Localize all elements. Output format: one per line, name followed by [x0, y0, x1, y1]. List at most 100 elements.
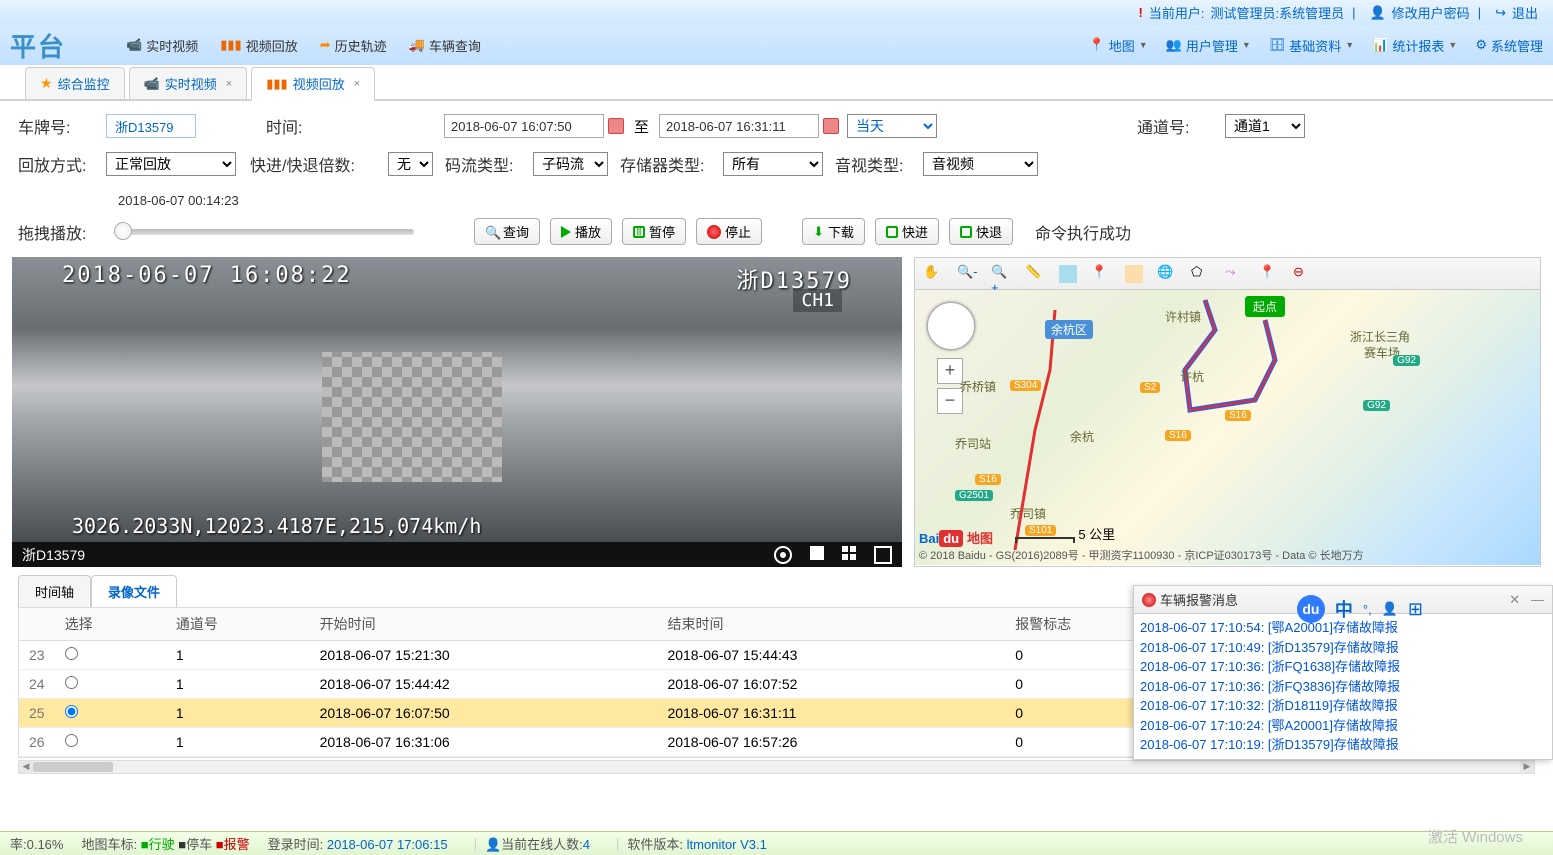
pin-red-icon[interactable]: 📍	[1091, 264, 1111, 284]
map-view[interactable]: + − 起点 余杭区 许村镇 浙江长三角 赛车场 乔司镇 乔司站 余杭 许杭 乔…	[915, 290, 1540, 565]
menu-base-data[interactable]: 🗄基础资料▼	[1269, 36, 1354, 55]
slider-thumb[interactable]	[114, 222, 132, 240]
time-end-input[interactable]	[659, 114, 819, 138]
plate-input[interactable]	[106, 114, 196, 138]
map-copyright: © 2018 Baidu - GS(2016)2089号 - 甲测资字11009…	[919, 547, 1536, 563]
change-password-link[interactable]: 修改用户密码	[1392, 3, 1470, 22]
scroll-thumb[interactable]	[33, 762, 113, 772]
globe-icon[interactable]: 🌐	[1157, 264, 1177, 284]
du-icon[interactable]: du	[1297, 595, 1325, 623]
row-select-radio[interactable]	[65, 734, 78, 747]
time-label: 时间:	[266, 114, 346, 138]
time-start-input[interactable]	[444, 114, 604, 138]
route-icon[interactable]: ⤳	[1225, 264, 1245, 284]
download-button[interactable]: ⬇下载	[802, 218, 865, 245]
menu-realtime-video[interactable]: 📹实时视频	[126, 36, 198, 55]
command-status: 命令执行成功	[1035, 220, 1131, 244]
area-icon[interactable]	[1125, 265, 1143, 283]
zoom-in-icon[interactable]: 🔍+	[991, 264, 1011, 284]
ime-person-icon[interactable]: 👤	[1382, 601, 1398, 617]
snapshot-icon[interactable]	[774, 546, 792, 564]
windows-activate-watermark: 激活 Windows	[1428, 826, 1523, 847]
tab-files[interactable]: 录像文件	[91, 575, 177, 607]
menu-history-track[interactable]: ➦历史轨迹	[320, 36, 387, 55]
alarm-line[interactable]: 2018-06-07 17:10:24: [鄂A20001]存储故障报	[1140, 716, 1546, 736]
channel-select[interactable]: 通道1	[1225, 114, 1305, 138]
polygon-icon[interactable]: ⬠	[1191, 264, 1211, 284]
note-icon[interactable]	[1059, 265, 1077, 283]
playback-mode-select[interactable]: 正常回放	[106, 152, 236, 176]
tab-monitor[interactable]: ★综合监控	[25, 67, 125, 99]
storage-select[interactable]: 所有	[723, 152, 823, 176]
bars-icon: ▮▮▮	[220, 37, 241, 53]
search-button[interactable]: 🔍查询	[474, 218, 540, 245]
row-select-radio[interactable]	[65, 676, 78, 689]
search-icon: 🔍	[485, 225, 499, 239]
rewind-button[interactable]: 快退	[949, 218, 1013, 245]
scroll-left-icon[interactable]: ◀	[19, 761, 33, 773]
right-menu: 📍地图▼ 👥用户管理▼ 🗄基础资料▼ 📊统计报表▼ ⚙系统管理	[1089, 36, 1544, 55]
stream-select[interactable]: 子码流	[533, 152, 608, 176]
marker-icon[interactable]: 📍	[1259, 264, 1279, 284]
alarm-close-icon[interactable]: ✕ —	[1509, 592, 1544, 608]
stop-button[interactable]: 停止	[696, 218, 762, 245]
alarm-line[interactable]: 2018-06-07 17:10:36: [浙FQ3836]存储故障报	[1140, 677, 1546, 697]
storage-label: 存储器类型:	[620, 152, 715, 176]
close-icon[interactable]: ×	[226, 78, 232, 90]
logout-link[interactable]: 退出	[1512, 3, 1538, 22]
tab-realtime[interactable]: 📹实时视频×	[129, 67, 248, 99]
av-select[interactable]: 音视频	[923, 152, 1038, 176]
map-label-qiaosi: 乔司镇	[1010, 505, 1046, 522]
fullscreen-icon[interactable]	[874, 546, 892, 564]
video-view[interactable]: 2018-06-07 16:08:22 浙D13579 CH1 3026.203…	[12, 257, 902, 542]
ime-dot-icon[interactable]: °,	[1363, 602, 1372, 617]
menu-video-playback[interactable]: ▮▮▮视频回放	[220, 36, 297, 55]
tab-playback[interactable]: ▮▮▮视频回放×	[251, 67, 375, 101]
scroll-right-icon[interactable]: ▶	[1520, 761, 1534, 773]
menu-map[interactable]: 📍地图▼	[1089, 36, 1148, 55]
close-icon[interactable]: ×	[354, 78, 360, 90]
drag-slider[interactable]	[114, 229, 414, 235]
map-label-zj: 浙江长三角	[1350, 328, 1410, 345]
channel-label: 通道号:	[1137, 114, 1217, 138]
current-user: 测试管理员:系统管理员	[1210, 3, 1344, 22]
alarm-line[interactable]: 2018-06-07 17:10:36: [浙FQ1638]存储故障报	[1140, 657, 1546, 677]
download-icon: ⬇	[813, 224, 824, 240]
pause-button[interactable]: 暂停	[622, 218, 686, 245]
ruler-icon[interactable]: 📏	[1025, 264, 1045, 284]
hand-icon[interactable]: ✋	[923, 264, 943, 284]
alarm-line[interactable]: 2018-06-07 17:10:32: [浙D18119]存储故障报	[1140, 696, 1546, 716]
tab-timeline[interactable]: 时间轴	[18, 575, 91, 607]
stop-video-icon[interactable]	[810, 546, 824, 560]
menu-vehicle-query[interactable]: 🚚车辆查询	[409, 36, 481, 55]
main-header: 平台 📹实时视频 ▮▮▮视频回放 ➦历史轨迹 🚚车辆查询 📍地图▼ 👥用户管理▼…	[0, 25, 1553, 65]
speed-select[interactable]: 无	[388, 152, 433, 176]
road-s16: S16	[1225, 410, 1251, 421]
ime-grid-icon[interactable]: ⊞	[1408, 599, 1423, 620]
table-scrollbar[interactable]: ◀ ▶	[18, 760, 1535, 774]
stream-label: 码流类型:	[445, 152, 525, 176]
alert-icon: !	[1139, 5, 1143, 20]
clear-icon[interactable]: ⊖	[1293, 264, 1313, 284]
row-select-radio[interactable]	[65, 647, 78, 660]
arrow-icon: ➦	[320, 37, 331, 53]
menu-user-mgmt[interactable]: 👥用户管理▼	[1166, 36, 1251, 55]
calendar-icon[interactable]	[608, 118, 624, 134]
menu-stats[interactable]: 📊统计报表▼	[1372, 36, 1457, 55]
map-nav-compass[interactable]	[927, 302, 975, 350]
alarm-line[interactable]: 2018-06-07 17:10:19: [浙D13579]存储故障报	[1140, 735, 1546, 755]
menu-sys-mgmt[interactable]: ⚙系统管理	[1475, 36, 1543, 55]
zoom-out-icon[interactable]: 🔍-	[957, 264, 977, 284]
calendar-icon[interactable]	[823, 118, 839, 134]
users-icon: 👥	[1166, 37, 1182, 53]
row-select-radio[interactable]	[65, 705, 78, 718]
ime-zhong[interactable]: 中	[1335, 596, 1353, 622]
play-button[interactable]: 播放	[550, 218, 612, 245]
alarm-line[interactable]: 2018-06-07 17:10:49: [浙D13579]存储故障报	[1140, 638, 1546, 658]
grid-icon[interactable]	[842, 546, 856, 560]
time-preset-select[interactable]: 当天	[847, 114, 937, 138]
map-scale: 5 公里	[1015, 524, 1115, 543]
logout-icon: ↪	[1495, 5, 1506, 21]
fast-forward-button[interactable]: 快进	[875, 218, 939, 245]
av-label: 音视类型:	[835, 152, 915, 176]
